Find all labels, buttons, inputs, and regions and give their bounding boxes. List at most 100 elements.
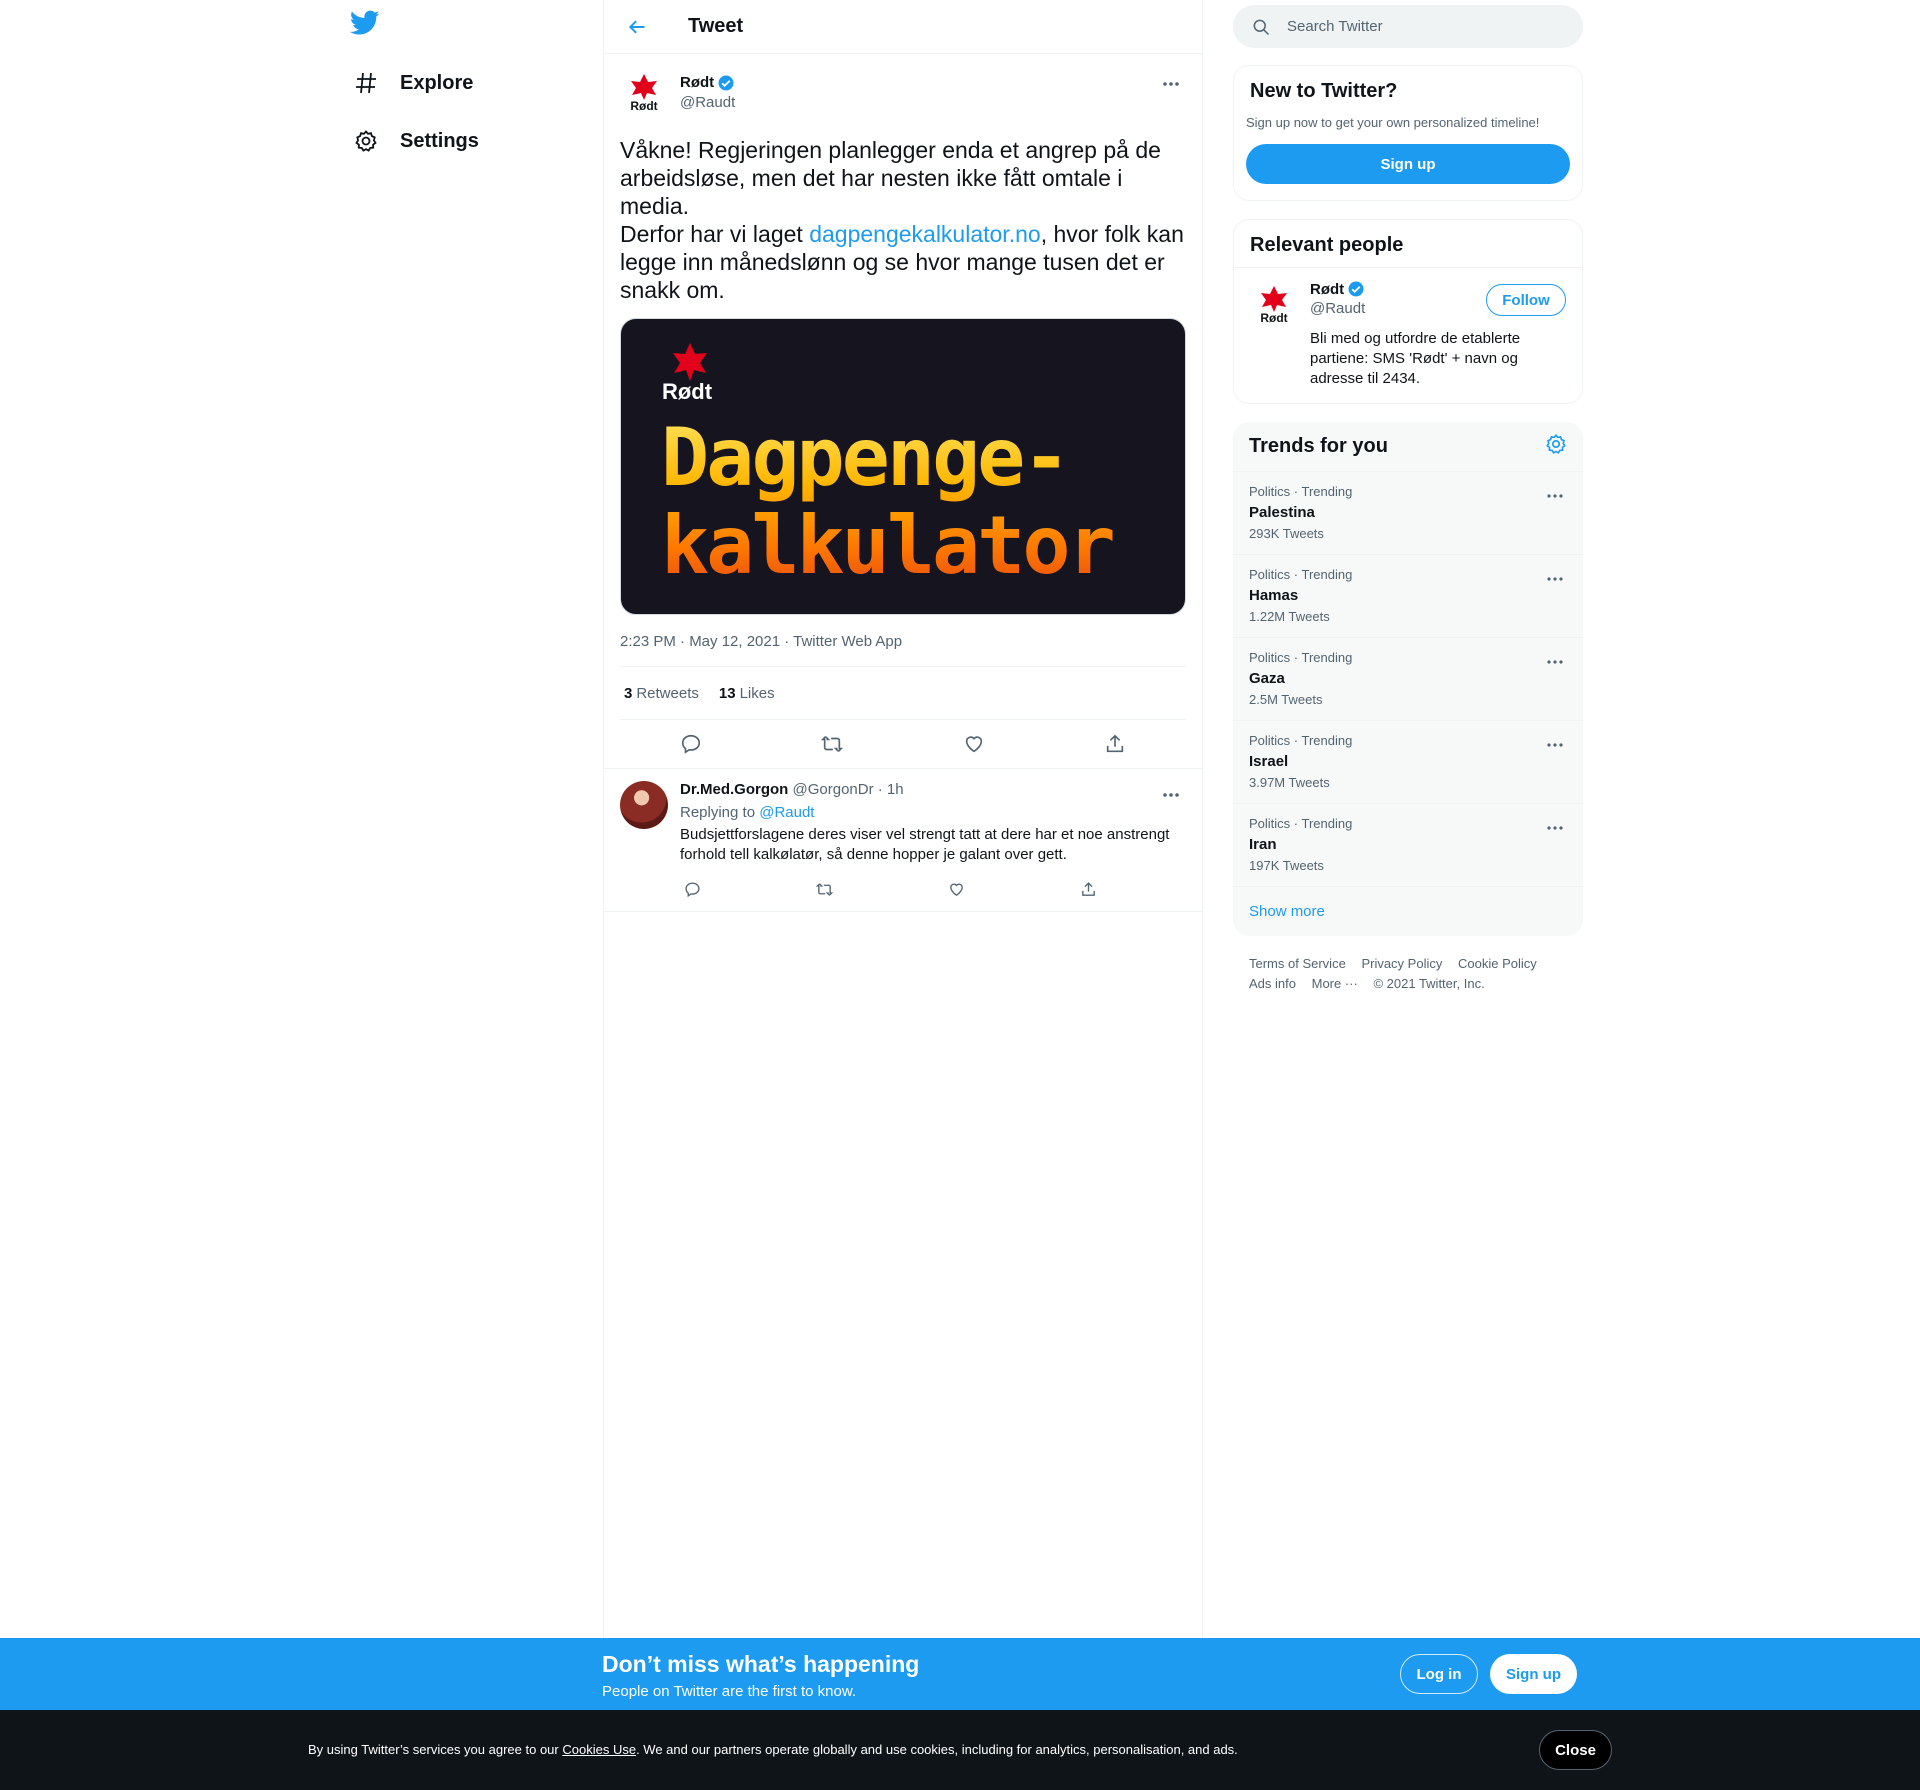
show-more-link[interactable]: Show more (1233, 887, 1583, 936)
avatar[interactable]: Rødt (620, 68, 668, 116)
tweet-image[interactable]: Rødt Dagpenge- kalkulator (620, 318, 1186, 615)
author-meta: Rødt @Raudt (680, 74, 735, 111)
trends-card: Trends for you Politics · Trending Pales… (1233, 422, 1583, 936)
avatar[interactable] (620, 781, 668, 829)
nav-item-label: Explore (400, 71, 474, 94)
replying-prefix: Replying to (680, 804, 756, 821)
cookie-policy-link[interactable]: Cookie Policy (1458, 956, 1537, 971)
media-line-1: Dagpenge- (661, 411, 1068, 504)
relevant-person[interactable]: Rødt Rødt @Raudt Bli med og utfordre de … (1234, 268, 1582, 403)
trend-item[interactable]: Politics · Trending Hamas 1.22M Tweets (1233, 555, 1583, 638)
trend-item[interactable]: Politics · Trending Israel 3.97M Tweets (1233, 721, 1583, 804)
nav-item-label: Settings (400, 129, 479, 152)
ads-info-link[interactable]: Ads info (1249, 976, 1296, 991)
search-bar[interactable] (1233, 5, 1583, 48)
reply-tweet[interactable]: Dr.Med.Gorgon @GorgonDr · 1h Replying to… (604, 768, 1202, 912)
retweets-count[interactable]: 3 (624, 685, 632, 702)
reply-handle-time[interactable]: @GorgonDr · 1h (793, 781, 904, 798)
signup-button[interactable]: Sign up (1490, 1654, 1577, 1694)
tweet-timestamp[interactable]: 2:23 PM · May 12, 2021 · Twitter Web App (620, 633, 1186, 667)
media-line-2: kalkulator (661, 499, 1113, 592)
trend-item[interactable]: Politics · Trending Palestina 293K Tweet… (1233, 472, 1583, 555)
tweet-link[interactable]: dagpengekalkulator.no (809, 221, 1040, 247)
right-sidebar: New to Twitter? Sign up now to get your … (1233, 0, 1583, 994)
cookie-text: By using Twitter’s services you agree to… (308, 1742, 1238, 1757)
share-icon[interactable] (1076, 877, 1100, 901)
tweet-author: Rødt Rødt @Raudt (620, 66, 1186, 118)
more-options-icon[interactable] (1543, 569, 1567, 589)
gear-icon (352, 127, 380, 155)
likes-label[interactable]: Likes (740, 685, 775, 702)
reply-icon[interactable] (674, 727, 708, 761)
like-icon[interactable] (944, 877, 968, 901)
privacy-link[interactable]: Privacy Policy (1361, 956, 1442, 971)
trend-context: Politics · Trending (1249, 816, 1353, 831)
trend-name: Israel (1249, 753, 1289, 770)
replying-to: Replying to @Raudt (680, 804, 1186, 821)
trends-settings-gear-icon[interactable] (1545, 433, 1567, 460)
trend-item[interactable]: Politics · Trending Iran 197K Tweets (1233, 804, 1583, 887)
trend-context: Politics · Trending (1249, 733, 1353, 748)
more-link[interactable]: More ··· (1312, 976, 1358, 991)
nav-item-explore[interactable]: Explore (352, 63, 473, 103)
trend-name: Gaza (1249, 670, 1285, 687)
reply-text: Budsjettforslagene deres viser vel stren… (680, 826, 1170, 863)
likes-count[interactable]: 13 (719, 685, 736, 702)
more-options-icon[interactable] (1543, 652, 1567, 672)
trend-context: Politics · Trending (1249, 567, 1353, 582)
rodt-logo-icon: Rødt (1260, 286, 1288, 324)
trend-count: 197K Tweets (1249, 858, 1324, 873)
search-input[interactable] (1287, 18, 1547, 35)
avatar[interactable]: Rødt (1250, 280, 1298, 328)
login-button[interactable]: Log in (1400, 1654, 1478, 1694)
follow-button[interactable]: Follow (1486, 284, 1566, 316)
more-options-icon[interactable] (1156, 783, 1186, 807)
media-logo-text: Rødt (662, 379, 713, 403)
reply-header: Dr.Med.Gorgon @GorgonDr · 1h (680, 781, 1186, 798)
trends-header: Trends for you (1233, 422, 1583, 472)
relevant-people-card: Relevant people Rødt Rødt @Raudt Bli med… (1233, 219, 1583, 404)
more-options-icon[interactable] (1543, 486, 1567, 506)
card-title: Relevant people (1250, 234, 1404, 256)
prompt-title: Don’t miss what’s happening (602, 1651, 920, 1677)
retweet-icon[interactable] (815, 727, 849, 761)
copyright: © 2021 Twitter, Inc. (1373, 976, 1485, 991)
nav-item-settings[interactable]: Settings (352, 121, 479, 161)
relevant-person-name-text: Rødt (1310, 280, 1345, 298)
reply-actions (680, 877, 1100, 901)
card-title: New to Twitter? (1250, 80, 1398, 102)
card-title: Trends for you (1249, 435, 1388, 457)
trend-context: Politics · Trending (1249, 650, 1353, 665)
avatar-logo-text: Rødt (1260, 311, 1287, 324)
footer-links: Terms of Service Privacy Policy Cookie P… (1233, 936, 1583, 994)
cookie-text-part: . We and our partners operate globally a… (636, 1742, 1238, 1757)
verified-badge-icon (1348, 281, 1364, 297)
share-icon[interactable] (1098, 727, 1132, 761)
trend-item[interactable]: Politics · Trending Gaza 2.5M Tweets (1233, 638, 1583, 721)
trend-name: Hamas (1249, 587, 1299, 604)
twitter-logo-icon[interactable] (349, 10, 390, 42)
author-name[interactable]: Rødt (680, 74, 735, 92)
card-subtitle: Sign up now to get your own personalized… (1246, 115, 1540, 130)
close-button[interactable]: Close (1539, 1730, 1612, 1770)
more-options-icon[interactable] (1156, 72, 1186, 96)
cookies-use-link[interactable]: Cookies Use (562, 1742, 636, 1757)
author-handle[interactable]: @Raudt (680, 94, 735, 111)
more-options-icon[interactable] (1543, 818, 1567, 838)
signup-button[interactable]: Sign up (1246, 144, 1570, 184)
hashtag-icon (352, 69, 380, 97)
back-arrow-icon[interactable] (622, 12, 652, 42)
like-icon[interactable] (957, 727, 991, 761)
reply-author-name[interactable]: Dr.Med.Gorgon (680, 781, 788, 798)
terms-link[interactable]: Terms of Service (1249, 956, 1346, 971)
reply-body: Dr.Med.Gorgon @GorgonDr · 1h Replying to… (680, 781, 1186, 901)
more-options-icon[interactable] (1543, 735, 1567, 755)
rodt-logo-icon: Rødt (630, 74, 658, 112)
media-rodt-logo: Rødt (659, 341, 719, 408)
retweet-icon[interactable] (812, 877, 836, 901)
trend-count: 293K Tweets (1249, 526, 1324, 541)
media-headline: Dagpenge- kalkulator (661, 414, 1113, 590)
retweets-label[interactable]: Retweets (636, 685, 699, 702)
reply-icon[interactable] (680, 877, 704, 901)
replying-to-link[interactable]: @Raudt (759, 804, 814, 821)
